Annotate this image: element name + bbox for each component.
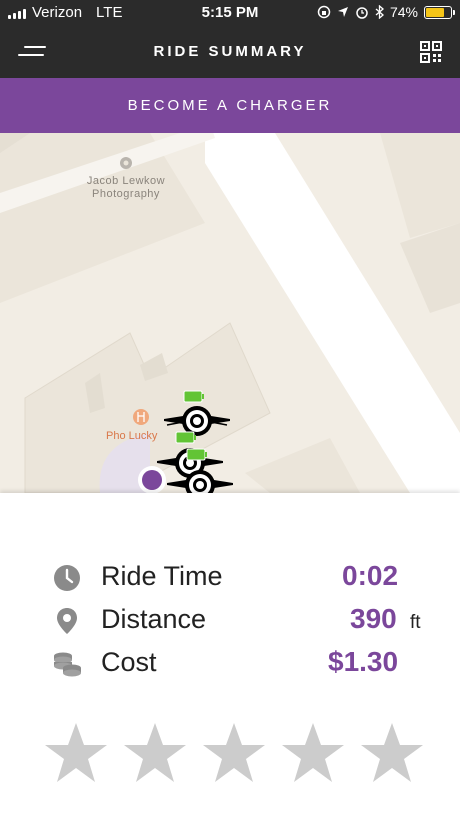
map-view[interactable]: Jacob Lewkow Photography Pho Lucky bbox=[0, 133, 460, 493]
location-pin-icon bbox=[57, 608, 77, 634]
map-building bbox=[245, 438, 360, 493]
bluetooth-icon bbox=[375, 5, 384, 19]
battery-percent: 74% bbox=[389, 4, 418, 20]
location-icon bbox=[337, 7, 348, 17]
map-label-photography: Jacob Lewkow Photography bbox=[86, 175, 166, 200]
star-icon[interactable] bbox=[44, 721, 108, 785]
become-charger-button[interactable]: BECOME A CHARGER bbox=[0, 78, 460, 133]
ride-time-value: 0:02 bbox=[342, 560, 399, 591]
coins-icon bbox=[54, 652, 81, 677]
distance-value: 390 bbox=[350, 603, 397, 634]
battery-level-icon bbox=[186, 448, 207, 461]
star-icon[interactable] bbox=[202, 721, 266, 785]
scooter-icon bbox=[167, 470, 233, 493]
cost-label: Cost bbox=[101, 647, 157, 677]
alarm-icon bbox=[356, 7, 368, 19]
restaurant-place-pin bbox=[133, 409, 149, 425]
battery-level-icon bbox=[183, 390, 204, 403]
map-building bbox=[380, 133, 460, 238]
battery-level-icon bbox=[175, 431, 196, 444]
cost-row: Cost $1.30 bbox=[0, 643, 460, 683]
ride-time-label: Ride Time bbox=[101, 561, 223, 591]
screen-rotation-lock-icon bbox=[317, 5, 331, 19]
ride-summary-panel: Ride Time 0:02 Distance 390 ft Cost $1.3… bbox=[0, 493, 460, 818]
nav-bar: RIDE SUMMARY bbox=[0, 26, 460, 78]
distance-label: Distance bbox=[101, 604, 207, 634]
map-label-restaurant: Pho Lucky bbox=[106, 430, 158, 442]
star-rating[interactable] bbox=[44, 721, 424, 785]
page-title: RIDE SUMMARY bbox=[153, 43, 307, 60]
battery-icon bbox=[424, 5, 455, 19]
status-right: 74% bbox=[317, 4, 455, 20]
star-icon[interactable] bbox=[123, 721, 187, 785]
map-building bbox=[400, 223, 460, 313]
ride-time-row: Ride Time 0:02 bbox=[0, 557, 460, 597]
star-icon[interactable] bbox=[281, 721, 345, 785]
distance-row: Distance 390 ft bbox=[0, 600, 460, 640]
distance-unit: ft bbox=[410, 612, 421, 633]
status-bar: Verizon LTE 5:15 PM 74% bbox=[0, 0, 460, 26]
star-icon[interactable] bbox=[360, 721, 424, 785]
map-building bbox=[0, 133, 205, 303]
cost-value: $1.30 bbox=[328, 646, 399, 677]
clock-icon bbox=[54, 565, 80, 591]
qr-code-icon[interactable] bbox=[420, 41, 442, 63]
